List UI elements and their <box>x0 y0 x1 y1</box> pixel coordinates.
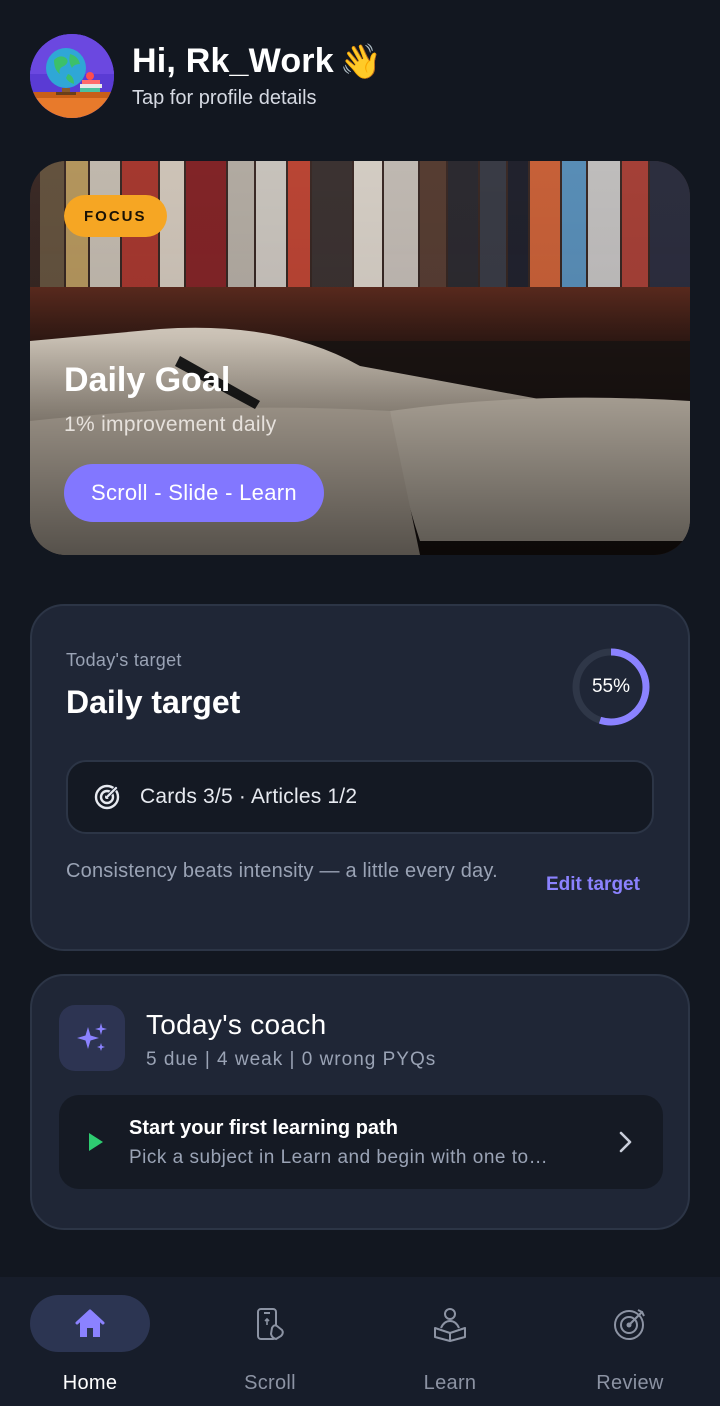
reader-icon <box>434 1307 466 1342</box>
target-quote: Consistency beats intensity — a little e… <box>66 860 498 882</box>
home-screen: Hi, Rk_Work 👋 Tap for profile details FO… <box>0 0 720 1406</box>
target-stats-text: Cards 3/5 · Articles 1/2 <box>140 785 358 808</box>
nav-scroll-icon-wrap <box>210 1295 330 1352</box>
nav-learn[interactable]: Learn <box>360 1295 540 1395</box>
phone-swipe-icon <box>257 1307 284 1340</box>
nav-review-icon-wrap <box>570 1295 690 1352</box>
greeting-text: Hi, Rk_Work <box>132 42 334 80</box>
nav-review[interactable]: Review <box>540 1295 720 1395</box>
target-title: Daily target <box>66 684 241 720</box>
target-arrow-icon <box>614 1308 645 1340</box>
target-icon <box>92 782 122 812</box>
wave-emoji: 👋 <box>339 42 383 81</box>
focus-badge: FOCUS <box>64 195 167 237</box>
globe-desk-avatar-icon <box>30 34 114 118</box>
target-stats-box: Cards 3/5 · Articles 1/2 <box>66 760 654 834</box>
nav-home-highlight <box>30 1295 150 1352</box>
daily-goal-hero-card[interactable]: FOCUS Daily Goal 1% improvement daily Sc… <box>30 161 690 555</box>
coach-stats: 5 due | 4 weak | 0 wrong PYQs <box>146 1049 437 1070</box>
daily-target-card: Today's target Daily target 55% Cards 3/… <box>30 604 690 951</box>
path-subtitle: Pick a subject in Learn and begin with o… <box>129 1147 549 1168</box>
profile-header[interactable]: Hi, Rk_Work 👋 Tap for profile details <box>30 34 382 118</box>
bottom-navigation: Home Scroll Learn Review <box>0 1277 720 1406</box>
start-learning-path-item[interactable]: Start your first learning path Pick a su… <box>59 1095 663 1189</box>
edit-target-link[interactable]: Edit target <box>546 874 640 896</box>
nav-scroll[interactable]: Scroll <box>180 1295 360 1395</box>
avatar[interactable] <box>30 34 114 118</box>
coach-title: Today's coach <box>146 1009 327 1040</box>
play-icon <box>89 1133 103 1151</box>
progress-percent: 55% <box>591 676 631 697</box>
sparkles-icon <box>59 1005 125 1071</box>
nav-review-label: Review <box>596 1372 664 1394</box>
nav-home[interactable]: Home <box>0 1295 180 1395</box>
path-title: Start your first learning path <box>129 1117 398 1139</box>
scroll-slide-learn-button[interactable]: Scroll - Slide - Learn <box>64 464 324 522</box>
greeting: Hi, Rk_Work 👋 <box>132 42 382 81</box>
target-label: Today's target <box>66 650 182 670</box>
nav-scroll-label: Scroll <box>244 1372 296 1394</box>
nav-home-label: Home <box>62 1372 118 1394</box>
hero-title: Daily Goal <box>64 361 231 399</box>
chevron-right-icon <box>619 1131 632 1153</box>
nav-learn-label: Learn <box>423 1372 477 1394</box>
header-text: Hi, Rk_Work 👋 Tap for profile details <box>132 42 382 110</box>
hero-subtitle: 1% improvement daily <box>64 413 277 436</box>
profile-subtitle: Tap for profile details <box>132 87 317 109</box>
todays-coach-card: Today's coach 5 due | 4 weak | 0 wrong P… <box>30 974 690 1230</box>
home-icon <box>75 1309 105 1337</box>
nav-learn-icon-wrap <box>390 1295 510 1352</box>
